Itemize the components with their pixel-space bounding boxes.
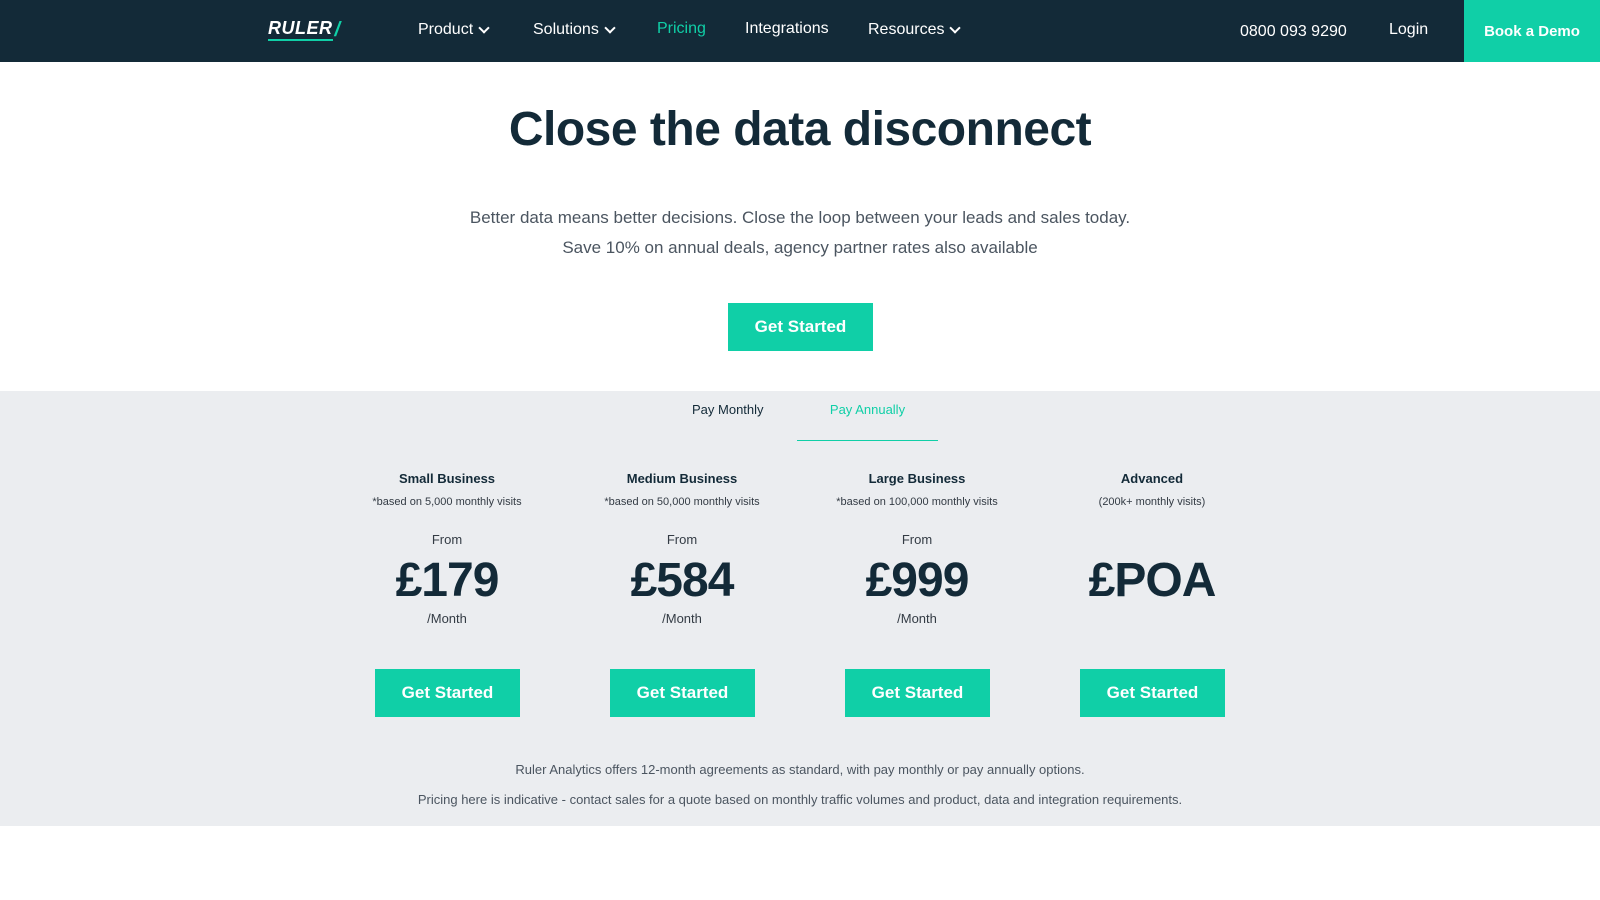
nav-item-label: Solutions — [533, 21, 599, 38]
plan-note: *based on 50,000 monthly visits — [604, 496, 760, 508]
logo-text: RULER — [268, 18, 333, 41]
plan-price: £179 — [395, 554, 500, 607]
plan-name: Large Business — [868, 471, 966, 486]
logo-slash: / — [334, 18, 341, 41]
pricing-section: Pay Monthly Pay Annually Small Business … — [0, 391, 1600, 826]
plan-period: /Month — [897, 611, 937, 626]
plan-period: /Month — [662, 611, 702, 626]
nav-item-label: Resources — [868, 21, 945, 38]
plan-name: Advanced — [1120, 471, 1184, 486]
nav-item-label: Pricing — [657, 20, 706, 37]
get-started-button[interactable]: Get Started — [610, 669, 755, 717]
login-link[interactable]: Login — [1389, 20, 1428, 40]
nav-item-solutions[interactable]: Solutions — [533, 20, 616, 40]
nav-item-label: Integrations — [745, 20, 829, 37]
ruler-logo[interactable]: RULER / — [268, 18, 340, 41]
nav-item-label: Product — [418, 21, 474, 38]
nav-item-integrations[interactable]: Integrations — [745, 19, 829, 39]
plan-price: £POA — [1088, 554, 1217, 607]
plan-card-small-business: Small Business *based on 5,000 monthly v… — [332, 471, 562, 717]
nav-item-resources[interactable]: Resources — [868, 20, 962, 40]
plan-price: £999 — [865, 554, 970, 607]
get-started-button[interactable]: Get Started — [1080, 669, 1225, 717]
plan-note: *based on 100,000 monthly visits — [836, 496, 998, 508]
get-started-button[interactable]: Get Started — [375, 669, 520, 717]
chevron-down-icon — [478, 21, 490, 34]
pricing-disclaimer: Pricing here is indicative - contact sal… — [417, 792, 1183, 807]
plan-card-advanced: Advanced (200k+ monthly visits) £POA Get… — [1037, 471, 1267, 717]
plan-from-label: From — [666, 532, 698, 547]
tab-pay-monthly[interactable]: Pay Monthly — [692, 401, 764, 419]
page-title: Close the data disconnect — [508, 103, 1092, 156]
nav-item-product[interactable]: Product — [418, 20, 490, 40]
plan-price: £584 — [630, 554, 735, 607]
plan-from-label: From — [901, 532, 933, 547]
chevron-down-icon — [604, 21, 616, 34]
hero-subtitle: Better data means better decisions. Clos… — [469, 208, 1131, 227]
plan-period: /Month — [427, 611, 467, 626]
chevron-down-icon — [949, 21, 962, 34]
get-started-button[interactable]: Get Started — [845, 669, 990, 717]
plan-name: Medium Business — [626, 471, 738, 486]
plan-name: Small Business — [398, 471, 496, 486]
hero-get-started-button[interactable]: Get Started — [728, 303, 873, 351]
nav-item-pricing[interactable]: Pricing — [657, 19, 706, 39]
plan-note: *based on 5,000 monthly visits — [372, 496, 522, 508]
book-demo-button[interactable]: Book a Demo — [1464, 0, 1600, 62]
top-nav: RULER / Product Solutions Pricing Integr… — [0, 0, 1600, 62]
plan-note: (200k+ monthly visits) — [1098, 496, 1206, 508]
hero-subtitle-discount: Save 10% on annual deals, agency partner… — [562, 238, 1038, 257]
plan-card-medium-business: Medium Business *based on 50,000 monthly… — [567, 471, 797, 717]
tab-pay-annually[interactable]: Pay Annually — [797, 401, 938, 441]
phone-number[interactable]: 0800 093 9290 — [1240, 22, 1347, 42]
plan-card-large-business: Large Business *based on 100,000 monthly… — [802, 471, 1032, 717]
agreement-note: Ruler Analytics offers 12-month agreemen… — [515, 762, 1085, 777]
plan-from-label: From — [431, 532, 463, 547]
